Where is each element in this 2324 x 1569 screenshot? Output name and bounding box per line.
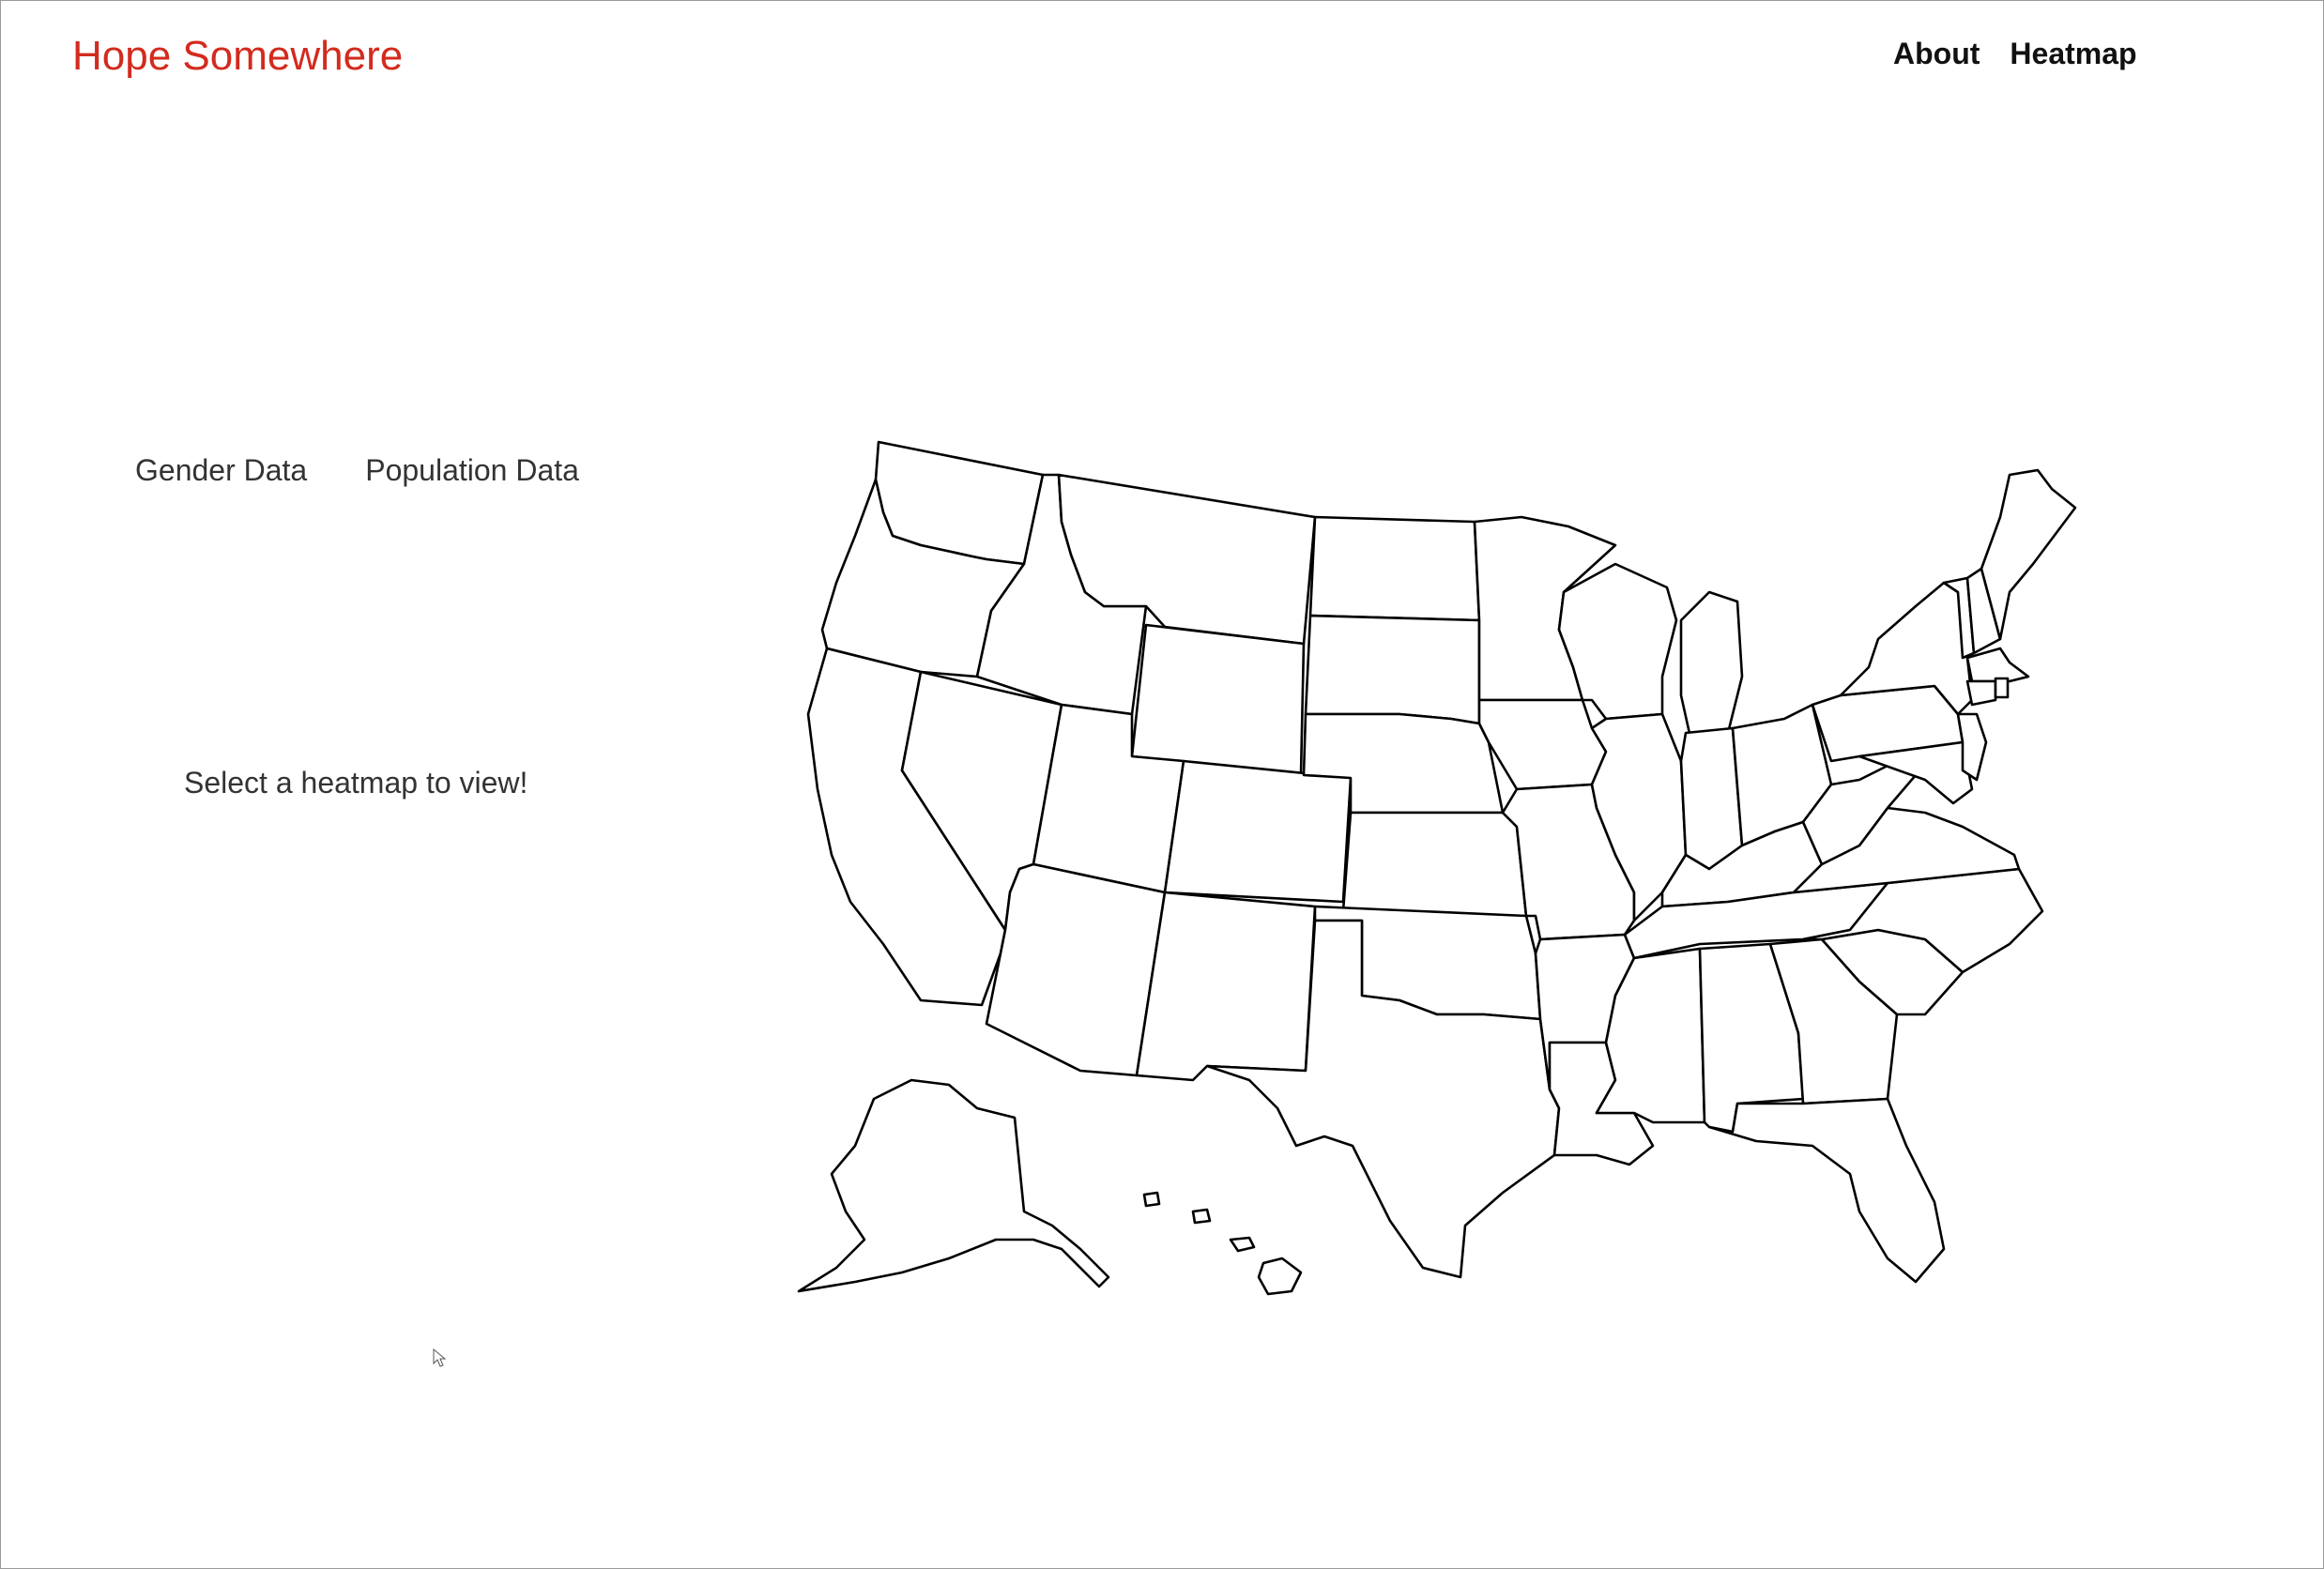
us-map-svg <box>797 440 2077 1296</box>
mouse-cursor-icon <box>433 1348 447 1367</box>
nav-link-heatmap[interactable]: Heatmap <box>2010 37 2136 71</box>
state-wyoming[interactable] <box>1130 623 1306 777</box>
state-colorado[interactable] <box>1163 759 1353 904</box>
brand-logo-link[interactable]: Hope Somewhere <box>72 33 403 80</box>
top-nav: About Heatmap <box>1893 37 2137 71</box>
state-hawaii-oahu[interactable] <box>1191 1208 1212 1225</box>
state-indiana[interactable] <box>1679 726 1744 871</box>
state-new-jersey[interactable] <box>1956 712 1988 782</box>
state-hawaii-kauai[interactable] <box>1142 1191 1161 1208</box>
state-north-dakota[interactable] <box>1308 515 1481 622</box>
state-maine[interactable] <box>1980 468 2077 641</box>
state-connecticut[interactable] <box>1965 679 1997 707</box>
state-kansas[interactable] <box>1341 811 1528 918</box>
state-alaska[interactable] <box>797 1078 1110 1293</box>
state-south-dakota[interactable] <box>1304 614 1481 725</box>
state-new-mexico[interactable] <box>1135 891 1317 1082</box>
app-window: Hope Somewhere About Heatmap Gender Data… <box>0 0 2324 1569</box>
state-florida[interactable] <box>1707 1097 1946 1284</box>
tab-population-data[interactable]: Population Data <box>365 453 579 488</box>
heatmap-prompt: Select a heatmap to view! <box>184 766 528 800</box>
state-iowa[interactable] <box>1477 698 1608 791</box>
heatmap-tabs: Gender Data Population Data <box>135 453 579 488</box>
nav-link-about[interactable]: About <box>1893 37 1980 71</box>
state-massachusetts[interactable] <box>1965 647 2030 683</box>
tab-gender-data[interactable]: Gender Data <box>135 453 307 488</box>
state-michigan[interactable] <box>1679 590 1744 739</box>
us-map <box>789 433 2175 1305</box>
state-arizona[interactable] <box>985 862 1167 1077</box>
state-hawaii[interactable] <box>1257 1257 1303 1296</box>
state-hawaii-maui[interactable] <box>1229 1236 1256 1253</box>
state-rhode-island[interactable] <box>1994 677 2010 699</box>
